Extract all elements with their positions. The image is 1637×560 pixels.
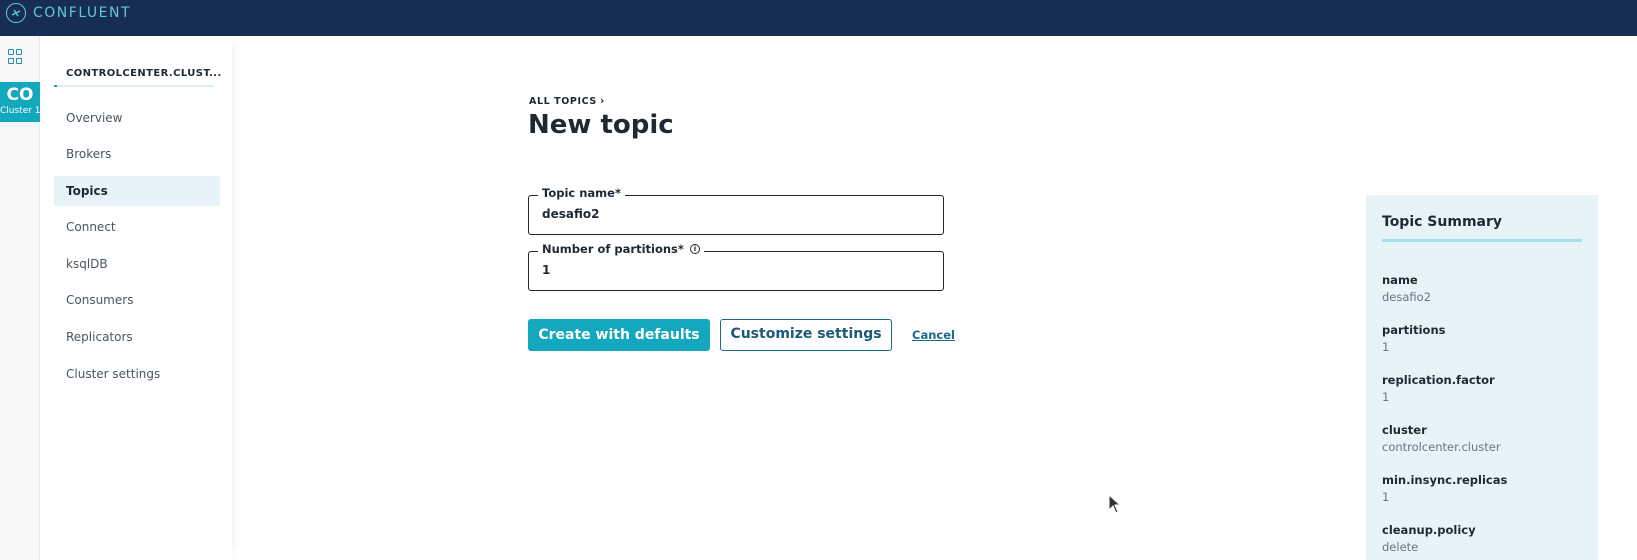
cluster-divider bbox=[54, 85, 214, 87]
app-rail: CO Cluster 1 bbox=[0, 36, 41, 560]
top-bar: CONFLUENT bbox=[0, 0, 1637, 36]
brand-name: CONFLUENT bbox=[33, 5, 132, 21]
cluster-tile-label: Cluster 1 bbox=[0, 106, 41, 116]
summary-key-cleanup-policy: cleanup.policy bbox=[1382, 523, 1476, 537]
breadcrumb[interactable]: ALL TOPICS › bbox=[529, 94, 605, 107]
summary-title: Topic Summary bbox=[1382, 214, 1503, 230]
summary-value-min-insync-replicas: 1 bbox=[1382, 490, 1390, 504]
summary-value-name: desafio2 bbox=[1382, 290, 1432, 304]
info-icon[interactable]: i bbox=[689, 244, 700, 254]
summary-key-partitions: partitions bbox=[1382, 323, 1446, 337]
sidebar-item-cluster-settings[interactable]: Cluster settings bbox=[54, 359, 220, 389]
cancel-link[interactable]: Cancel bbox=[912, 328, 955, 342]
summary-key-name: name bbox=[1382, 273, 1418, 287]
breadcrumb-all-topics[interactable]: ALL TOPICS bbox=[529, 96, 597, 107]
summary-key-min-insync-replicas: min.insync.replicas bbox=[1382, 473, 1508, 487]
summary-key-cluster: cluster bbox=[1382, 423, 1427, 437]
summary-value-partitions: 1 bbox=[1382, 340, 1390, 354]
summary-value-cluster: controlcenter.cluster bbox=[1382, 440, 1501, 454]
sidebar-item-replicators[interactable]: Replicators bbox=[54, 322, 220, 352]
summary-key-replication-factor: replication.factor bbox=[1382, 373, 1495, 387]
cluster-divider-accent bbox=[54, 85, 57, 87]
sidebar-item-connect[interactable]: Connect bbox=[54, 212, 220, 242]
sidebar-item-brokers[interactable]: Brokers bbox=[54, 139, 220, 169]
topic-name-label-text: Topic name* bbox=[542, 186, 621, 200]
partitions-input[interactable] bbox=[542, 263, 922, 277]
cluster-tile-abbr: CO bbox=[6, 85, 34, 105]
chevron-right-icon: › bbox=[599, 94, 605, 107]
partitions-field[interactable]: Number of partitions* i bbox=[528, 242, 944, 291]
sidebar-item-overview[interactable]: Overview bbox=[54, 103, 220, 133]
create-with-defaults-button[interactable]: Create with defaults bbox=[528, 319, 710, 351]
summary-value-cleanup-policy: delete bbox=[1382, 540, 1419, 554]
brand[interactable]: CONFLUENT bbox=[6, 3, 131, 23]
sidebar: CONTROLCENTER.CLUST... Overview Brokers … bbox=[40, 36, 232, 560]
topic-name-input[interactable] bbox=[542, 207, 922, 221]
sidebar-item-ksqldb[interactable]: ksqlDB bbox=[54, 249, 220, 279]
partitions-label: Number of partitions* i bbox=[538, 242, 704, 256]
topic-name-label: Topic name* bbox=[538, 186, 625, 200]
page-title: New topic bbox=[528, 110, 674, 140]
partitions-label-text: Number of partitions* bbox=[542, 242, 684, 256]
summary-value-replication-factor: 1 bbox=[1382, 390, 1390, 404]
cluster-tile[interactable]: CO Cluster 1 bbox=[0, 82, 41, 122]
confluent-logo-icon bbox=[6, 3, 26, 23]
sidebar-item-consumers[interactable]: Consumers bbox=[54, 285, 220, 315]
sidebar-item-topics[interactable]: Topics bbox=[54, 176, 220, 206]
grid-icon[interactable] bbox=[8, 49, 24, 65]
cluster-name: CONTROLCENTER.CLUST... bbox=[66, 68, 222, 79]
topic-name-field[interactable]: Topic name* bbox=[528, 186, 944, 235]
summary-divider bbox=[1382, 239, 1582, 242]
topic-summary-panel: Topic Summary name desafio2 partitions 1… bbox=[1366, 195, 1598, 560]
customize-settings-button[interactable]: Customize settings bbox=[720, 319, 892, 351]
